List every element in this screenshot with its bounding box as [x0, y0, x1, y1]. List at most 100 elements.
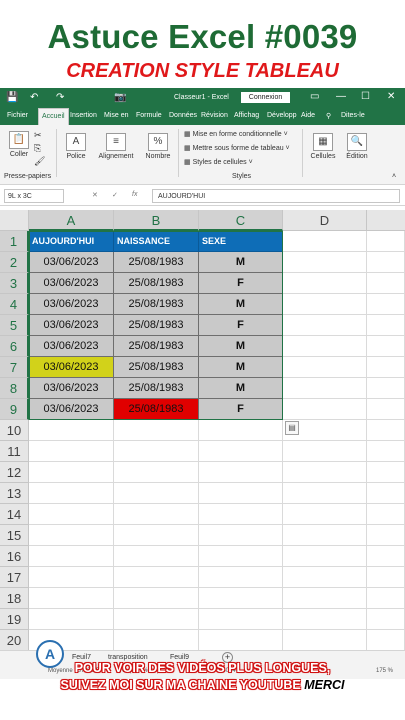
column-header-c[interactable]: C [199, 210, 283, 231]
cell[interactable] [114, 462, 199, 483]
row-header[interactable]: 6 [0, 336, 29, 357]
row-header[interactable]: 16 [0, 546, 29, 567]
cell[interactable] [283, 336, 367, 357]
table-header-cell[interactable]: NAISSANCE [114, 231, 199, 252]
cellules-button[interactable]: ▦ Cellules [308, 133, 338, 160]
table-data-cell[interactable]: 25/08/1983 [114, 378, 199, 399]
undo-icon[interactable]: ↶ [30, 92, 38, 103]
cell[interactable] [114, 609, 199, 630]
cell[interactable] [114, 525, 199, 546]
cell[interactable] [283, 546, 367, 567]
cell[interactable] [114, 441, 199, 462]
enter-icon[interactable]: ✓ [112, 191, 118, 199]
cell[interactable] [199, 588, 283, 609]
row-header[interactable]: 10 [0, 420, 29, 441]
cell[interactable] [283, 399, 367, 420]
sheet-tab-feuil9[interactable]: Feuil9 [170, 654, 189, 661]
cell[interactable] [29, 609, 114, 630]
table-data-cell[interactable]: 03/06/2023 [29, 399, 114, 420]
save-icon[interactable]: 💾 [6, 92, 18, 103]
row-header[interactable]: 5 [0, 315, 29, 336]
cut-icon[interactable]: ✂ [34, 130, 42, 141]
cell[interactable] [283, 294, 367, 315]
copy-icon[interactable]: ⎘ [34, 143, 41, 154]
row-header[interactable]: 3 [0, 273, 29, 294]
tab-donnees[interactable]: Données [169, 112, 197, 119]
redo-icon[interactable]: ↷ [56, 92, 64, 103]
tab-mise-en-page[interactable]: Mise en [104, 112, 129, 119]
cell[interactable] [114, 588, 199, 609]
cell[interactable] [199, 441, 283, 462]
cell[interactable] [367, 336, 405, 357]
cell[interactable] [367, 273, 405, 294]
cell[interactable] [283, 378, 367, 399]
table-data-cell[interactable]: 03/06/2023 [29, 252, 114, 273]
cell[interactable] [283, 273, 367, 294]
cell[interactable] [114, 483, 199, 504]
row-header[interactable]: 7 [0, 357, 29, 378]
tab-aide[interactable]: Aide [301, 112, 315, 119]
row-header[interactable]: 8 [0, 378, 29, 399]
cell[interactable] [367, 525, 405, 546]
table-data-cell[interactable]: 03/06/2023 [29, 357, 114, 378]
cell[interactable] [114, 567, 199, 588]
police-button[interactable]: A Police [62, 133, 90, 160]
cell[interactable] [367, 441, 405, 462]
ribbon-display-icon[interactable]: ▭ [310, 91, 319, 102]
cell[interactable] [283, 483, 367, 504]
cell[interactable] [367, 504, 405, 525]
row-header[interactable]: 17 [0, 567, 29, 588]
cell[interactable] [367, 252, 405, 273]
cell[interactable] [29, 483, 114, 504]
cell[interactable] [199, 462, 283, 483]
table-data-cell[interactable]: 25/08/1983 [114, 336, 199, 357]
table-data-cell[interactable]: 25/08/1983 [114, 273, 199, 294]
maximize-icon[interactable]: ☐ [361, 91, 370, 102]
cell[interactable] [367, 294, 405, 315]
cell[interactable] [199, 609, 283, 630]
cell[interactable] [29, 567, 114, 588]
format-as-table-button[interactable]: ▦ Mettre sous forme de tableau ˅ [184, 144, 290, 152]
table-data-cell[interactable]: M [199, 252, 283, 273]
cell[interactable] [114, 546, 199, 567]
cell[interactable] [199, 525, 283, 546]
cell[interactable] [29, 441, 114, 462]
row-header[interactable]: 20 [0, 630, 29, 650]
cell[interactable] [199, 630, 283, 650]
tab-accueil[interactable]: Accueil [38, 108, 69, 125]
column-header-a[interactable]: A [29, 210, 114, 231]
table-header-cell[interactable]: SEXE [199, 231, 283, 252]
cell[interactable] [367, 588, 405, 609]
cell[interactable] [367, 630, 405, 650]
connexion-button[interactable]: Connexion [241, 92, 290, 103]
cell[interactable] [199, 420, 283, 441]
tab-revision[interactable]: Révision [201, 112, 228, 119]
row-header[interactable]: 14 [0, 504, 29, 525]
cell[interactable] [283, 252, 367, 273]
row-header[interactable]: 11 [0, 441, 29, 462]
format-painter-icon[interactable]: 🖌 [34, 156, 45, 167]
tab-fichier[interactable]: Fichier [7, 112, 28, 119]
column-header-b[interactable]: B [114, 210, 199, 231]
table-data-cell[interactable]: 25/08/1983 [114, 357, 199, 378]
tell-me-search[interactable]: Dites-le [341, 112, 365, 119]
cell[interactable] [283, 231, 367, 252]
table-data-cell[interactable]: F [199, 399, 283, 420]
cell[interactable] [367, 357, 405, 378]
cell[interactable] [367, 483, 405, 504]
cell[interactable] [367, 462, 405, 483]
cell[interactable] [29, 525, 114, 546]
row-header[interactable]: 15 [0, 525, 29, 546]
table-data-cell[interactable]: 03/06/2023 [29, 294, 114, 315]
cell[interactable] [199, 504, 283, 525]
cell[interactable] [367, 315, 405, 336]
cell[interactable] [283, 315, 367, 336]
nombre-button[interactable]: % Nombre [143, 133, 173, 160]
table-data-cell[interactable]: M [199, 357, 283, 378]
cell[interactable] [199, 567, 283, 588]
tab-affichage[interactable]: Affichag [234, 112, 259, 119]
cell[interactable] [29, 462, 114, 483]
cell[interactable] [367, 231, 405, 252]
cell[interactable] [367, 567, 405, 588]
tab-formules[interactable]: Formule [136, 112, 162, 119]
